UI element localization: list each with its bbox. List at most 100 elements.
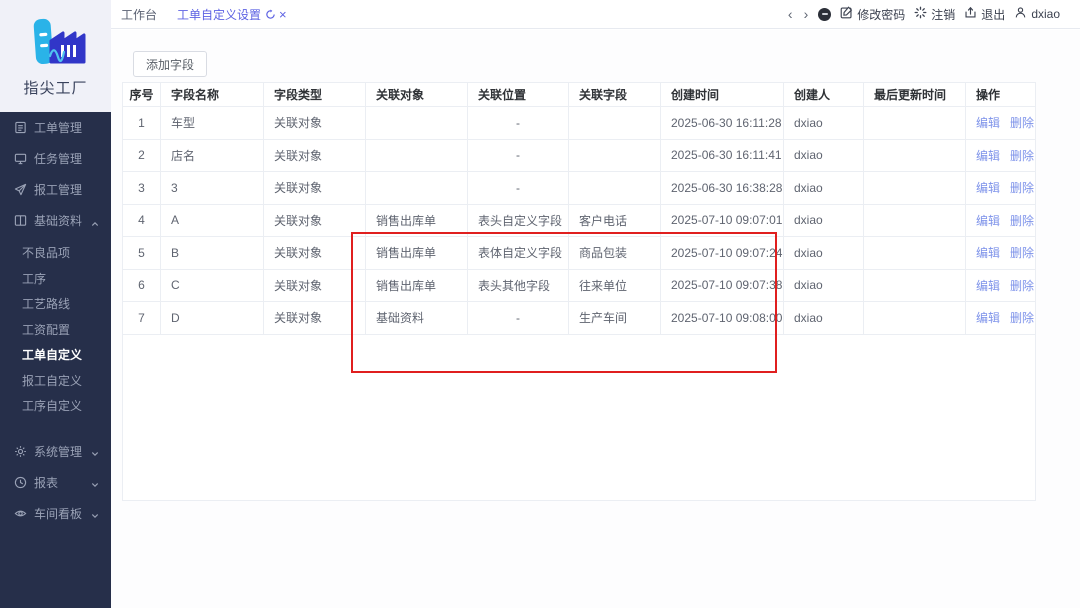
table-row: 6 C 关联对象 销售出库单 表头其他字段 往来单位 2025-07-10 09:07:38… <box>123 269 1035 302</box>
logo-area: 指尖工厂 <box>0 0 111 112</box>
edit-link[interactable]: 编辑 <box>976 309 1000 326</box>
edit-link[interactable]: 编辑 <box>976 114 1000 131</box>
cell-updated <box>864 237 966 269</box>
caret-down-icon <box>91 509 99 523</box>
cell-field: 往来单位 <box>569 269 661 301</box>
spinner-icon <box>914 6 927 22</box>
submenu-base-data: 不良品项 工序 工艺路线 工资配置 工单自定义 报工自定义 工序自定义 <box>0 236 111 436</box>
column-header: 操作 <box>976 88 1001 102</box>
theme-toggle-icon[interactable] <box>818 7 832 21</box>
tab-scroll-right-icon[interactable]: › <box>803 7 810 21</box>
column-header: 关联字段 <box>569 83 661 106</box>
delete-link[interactable]: 删除 <box>1010 179 1034 196</box>
cell-updated <box>864 172 966 204</box>
sidebar-subitem-process-custom[interactable]: 工序自定义 <box>0 394 111 420</box>
table-row: 5 B 关联对象 销售出库单 表体自定义字段 商品包装 2025-07-10 09:07:2… <box>123 237 1035 270</box>
cell-type: 关联对象 <box>264 172 366 204</box>
app-logo-icon <box>25 14 87 71</box>
edit-link[interactable]: 编辑 <box>976 179 1000 196</box>
cell-type: 关联对象 <box>264 302 366 334</box>
tab-label: 工单自定义设置 <box>177 7 262 22</box>
sidebar-subitem-wage-config[interactable]: 工资配置 <box>0 318 111 344</box>
edit-icon <box>840 6 853 22</box>
sidebar: 指尖工厂 工单管理 任务管理报工管理基础资料不良品项 工序 工艺路线 工资配置 工单自定义… <box>0 0 111 608</box>
sidebar-subitem-report-custom[interactable]: 报工自定义 <box>0 369 111 395</box>
edit-link[interactable]: 编辑 <box>976 244 1000 261</box>
sidebar-item-system-mgmt[interactable]: 系统管理 <box>0 436 111 467</box>
cell-creator: dxiao <box>784 172 864 204</box>
tab-label: 工作台 <box>121 7 158 22</box>
table-row: 4 A 关联对象 销售出库单 表头自定义字段 客户电话 2025-07-10 09:07:0… <box>123 204 1035 237</box>
refresh-icon[interactable] <box>265 8 276 20</box>
edit-link[interactable]: 编辑 <box>976 147 1000 164</box>
sidebar-item-tasks[interactable]: 任务管理 <box>0 143 111 174</box>
gear-icon <box>13 444 27 458</box>
sidebar-subitem-process[interactable]: 工序 <box>0 267 111 293</box>
tab-workbench[interactable]: 工作台 <box>121 6 157 23</box>
sidebar-subitem-work-order-custom[interactable]: 工单自定义 <box>0 343 111 369</box>
user-menu[interactable]: dxiao <box>1014 6 1060 22</box>
cell-no: 3 <box>123 172 161 204</box>
sidebar-item-label: 车间看板 <box>34 506 83 521</box>
clock-icon <box>13 475 27 489</box>
table-row: 1 车型 关联对象 - 2025-06-30 16:11:28 dxiao 编辑 删除 <box>123 107 1035 140</box>
column-header: 字段名称 <box>161 83 264 106</box>
sidebar-item-reports[interactable]: 报表 <box>0 467 111 498</box>
cell-type: 关联对象 <box>264 237 366 269</box>
cell-object: 销售出库单 <box>366 269 468 301</box>
exit-button[interactable]: 退出 <box>964 6 1005 23</box>
close-icon[interactable]: × <box>279 8 287 21</box>
sidebar-item-work-reporting[interactable]: 报工管理 <box>0 174 111 205</box>
tab-scroll-left-icon[interactable]: ‹ <box>787 7 794 21</box>
cell-actions: 编辑 删除 <box>966 302 1036 334</box>
delete-link[interactable]: 删除 <box>1010 277 1034 294</box>
change-password-button[interactable]: 修改密码 <box>840 6 905 23</box>
column-header: 序号 <box>123 83 161 106</box>
cell-updated <box>864 269 966 301</box>
delete-link[interactable]: 删除 <box>1010 114 1034 131</box>
table-header-row: 序号 字段名称 字段类型 关联对象 关联位置 关联字段 创建时间 创建人 最后更新时间 操作 <box>123 83 1035 107</box>
cell-actions: 编辑 删除 <box>966 140 1036 172</box>
add-field-button[interactable]: 添加字段 <box>133 51 208 77</box>
delete-link[interactable]: 删除 <box>1010 212 1034 229</box>
edit-link[interactable]: 编辑 <box>976 212 1000 229</box>
cell-field <box>569 107 661 139</box>
column-header: 创建时间 <box>661 83 784 106</box>
delete-link[interactable]: 删除 <box>1010 147 1034 164</box>
sidebar-item-label: 报工管理 <box>34 183 83 197</box>
cell-position: 表头自定义字段 <box>468 204 569 236</box>
cell-no: 7 <box>123 302 161 334</box>
cell-type: 关联对象 <box>264 139 366 171</box>
cell-object <box>366 139 468 171</box>
cell-object: 销售出库单 <box>366 204 468 236</box>
cell-no: 2 <box>123 139 161 171</box>
sidebar-item-label: 报表 <box>34 475 59 490</box>
sidebar-subitem-process-route[interactable]: 工艺路线 <box>0 292 111 318</box>
sidebar-subitem-defect-items[interactable]: 不良品项 <box>0 241 111 267</box>
column-header: 关联对象 <box>366 83 468 106</box>
sidebar-item-label: 基础资料 <box>34 214 83 228</box>
logout-button[interactable]: 注销 <box>914 6 955 23</box>
cell-no: 6 <box>123 269 161 301</box>
cell-object <box>366 172 468 204</box>
cell-name: C <box>161 269 264 301</box>
cell-created: 2025-06-30 16:38:28 <box>661 172 784 204</box>
delete-link[interactable]: 删除 <box>1010 309 1034 326</box>
edit-link[interactable]: 编辑 <box>976 277 1000 294</box>
cell-name: 车型 <box>161 107 264 139</box>
cell-position: - <box>468 302 569 334</box>
book-icon <box>13 214 27 228</box>
monitor-icon <box>13 152 27 166</box>
sidebar-item-base-data[interactable]: 基础资料 <box>0 205 111 236</box>
sidebar-item-workshop-board[interactable]: 车间看板 <box>0 498 111 529</box>
sidebar-item-work-orders[interactable]: 工单管理 <box>0 112 111 143</box>
cell-field <box>569 172 661 204</box>
cell-position: - <box>468 172 569 204</box>
caret-down-icon <box>91 447 99 461</box>
topbar-actions: ‹ › 修改密码 注销 退出 dxiao <box>787 6 1080 23</box>
tab-work-order-custom-settings[interactable]: 工单自定义设置 × <box>177 6 287 23</box>
cell-name: B <box>161 237 264 269</box>
cell-actions: 编辑 删除 <box>966 237 1036 269</box>
cell-creator: dxiao <box>784 237 864 269</box>
delete-link[interactable]: 删除 <box>1010 244 1034 261</box>
